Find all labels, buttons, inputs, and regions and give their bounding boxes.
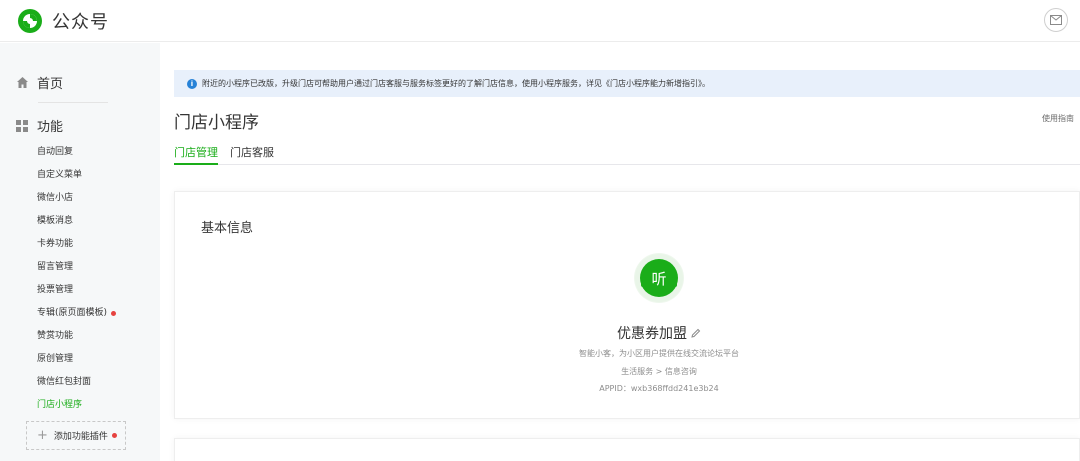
- wechat-official-logo-icon: [18, 9, 42, 33]
- app-appid: APPID：wxb368ffdd241e3b24: [599, 384, 719, 393]
- sidebar-divider: [38, 102, 108, 103]
- main-content: i 附近的小程序已改版，升级门店可帮助用户通过门店客服与服务标签更好的了解门店信…: [160, 43, 1080, 461]
- new-badge-dot: [111, 311, 117, 316]
- sidebar-item-store-miniprogram[interactable]: 门店小程序: [37, 398, 116, 421]
- tab-bar: 门店管理 门店客服: [174, 144, 1080, 165]
- sidebar: 首页 功能 自动回复 自定义菜单 微信小店 模板消息 卡券功能 留言管理 投票管…: [0, 43, 160, 461]
- info-icon: i: [187, 78, 197, 89]
- app-name: 优惠券加盟: [617, 326, 687, 342]
- mail-icon: [1050, 15, 1062, 25]
- logo-char: 听: [651, 270, 666, 288]
- sidebar-item-red-packet-cover[interactable]: 微信红包封面: [37, 375, 116, 398]
- sidebar-item-original[interactable]: 原创管理: [37, 352, 116, 375]
- sidebar-item-function[interactable]: 功能: [16, 116, 63, 135]
- sidebar-item-label: 专辑(原页面模板): [37, 308, 108, 318]
- sidebar-item-template-message[interactable]: 模板消息: [37, 214, 116, 237]
- add-plugin-button[interactable]: + 添加功能插件: [26, 421, 126, 450]
- app-name-row: 优惠券加盟: [175, 323, 1080, 343]
- logo-text: 公众号: [52, 12, 109, 33]
- edit-pencil-icon[interactable]: [690, 328, 701, 339]
- message-button[interactable]: [1044, 8, 1068, 32]
- page-title: 门店小程序: [174, 113, 259, 133]
- grid-icon: [16, 119, 28, 132]
- sidebar-item-comments[interactable]: 留言管理: [37, 260, 116, 283]
- plus-icon: +: [37, 428, 48, 443]
- sidebar-item-coupons[interactable]: 卡券功能: [37, 237, 116, 260]
- sidebar-item-wechat-store[interactable]: 微信小店: [37, 191, 116, 214]
- sidebar-item-label: 功能: [37, 120, 64, 135]
- logo[interactable]: 公众号: [16, 7, 109, 35]
- sidebar-item-reward[interactable]: 赞赏功能: [37, 329, 116, 352]
- notice-text: 附近的小程序已改版，升级门店可帮助用户通过门店客服与服务标签更好的了解门店信息，…: [202, 79, 710, 88]
- guide-link[interactable]: 使用指南: [1042, 113, 1074, 124]
- function-menu: 自动回复 自定义菜单 微信小店 模板消息 卡券功能 留言管理 投票管理 专辑(原…: [37, 145, 117, 421]
- next-section-card: [174, 438, 1080, 461]
- sidebar-item-votes[interactable]: 投票管理: [37, 283, 116, 306]
- sidebar-item-home[interactable]: 首页: [16, 73, 63, 92]
- tab-store-management[interactable]: 门店管理: [174, 144, 218, 165]
- top-bar: 公众号: [0, 0, 1080, 42]
- home-icon: [17, 77, 28, 88]
- app-description: 智能小客，为小区用户提供在线交流论坛平台: [579, 349, 739, 358]
- headphones-logo-icon: 听: [635, 254, 683, 302]
- sidebar-item-album[interactable]: 专辑(原页面模板): [37, 306, 117, 329]
- new-badge-dot: [111, 433, 117, 438]
- app-avatar: 听: [634, 253, 684, 303]
- add-plugin-label: 添加功能插件: [53, 432, 108, 442]
- sidebar-item-auto-reply[interactable]: 自动回复: [37, 145, 116, 168]
- basic-info-card: 基本信息 听 优惠券加盟 智能小客，为小区用户提供在线交流论坛平台 生活服务 >…: [174, 191, 1080, 419]
- sidebar-item-label: 首页: [37, 77, 64, 92]
- app-category: 生活服务 > 信息咨询: [621, 367, 697, 376]
- sidebar-item-custom-menu[interactable]: 自定义菜单: [37, 168, 116, 191]
- tab-store-customer-service[interactable]: 门店客服: [230, 144, 274, 165]
- section-title: 基本信息: [201, 221, 254, 236]
- notice-banner: i 附近的小程序已改版，升级门店可帮助用户通过门店客服与服务标签更好的了解门店信…: [174, 70, 1080, 97]
